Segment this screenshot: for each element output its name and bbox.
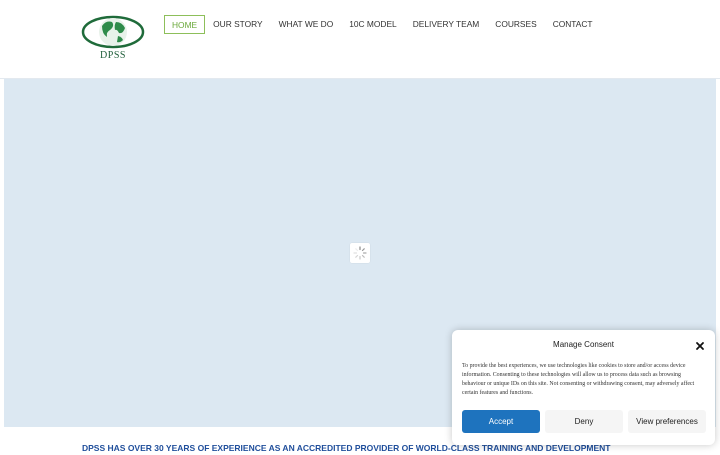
view-preferences-button[interactable]: View preferences: [628, 410, 706, 433]
site-header: DPSS HOME OUR STORY WHAT WE DO 10C MODEL…: [0, 0, 720, 79]
consent-title: Manage Consent: [553, 340, 614, 349]
close-icon[interactable]: [694, 339, 706, 352]
nav-item-contact[interactable]: CONTACT: [545, 15, 601, 34]
nav-item-courses[interactable]: COURSES: [487, 15, 544, 34]
loading-spinner-icon: [350, 243, 370, 263]
globe-logo-icon: [81, 15, 145, 49]
main-nav: HOME OUR STORY WHAT WE DO 10C MODEL DELI…: [164, 14, 601, 34]
nav-item-our-story[interactable]: OUR STORY: [205, 15, 271, 34]
nav-item-delivery-team[interactable]: DELIVERY TEAM: [405, 15, 488, 34]
deny-button[interactable]: Deny: [545, 410, 623, 433]
consent-description: To provide the best experiences, we use …: [462, 363, 695, 396]
accept-button[interactable]: Accept: [462, 410, 540, 433]
dpss-logo[interactable]: DPSS: [80, 12, 146, 62]
consent-dialog: Manage Consent To provide the best exper…: [452, 330, 715, 445]
nav-item-10c-model[interactable]: 10C MODEL: [341, 15, 404, 34]
nav-item-home[interactable]: HOME: [164, 14, 206, 34]
logo-text: DPSS: [100, 50, 126, 61]
nav-item-what-we-do[interactable]: WHAT WE DO: [271, 15, 342, 34]
